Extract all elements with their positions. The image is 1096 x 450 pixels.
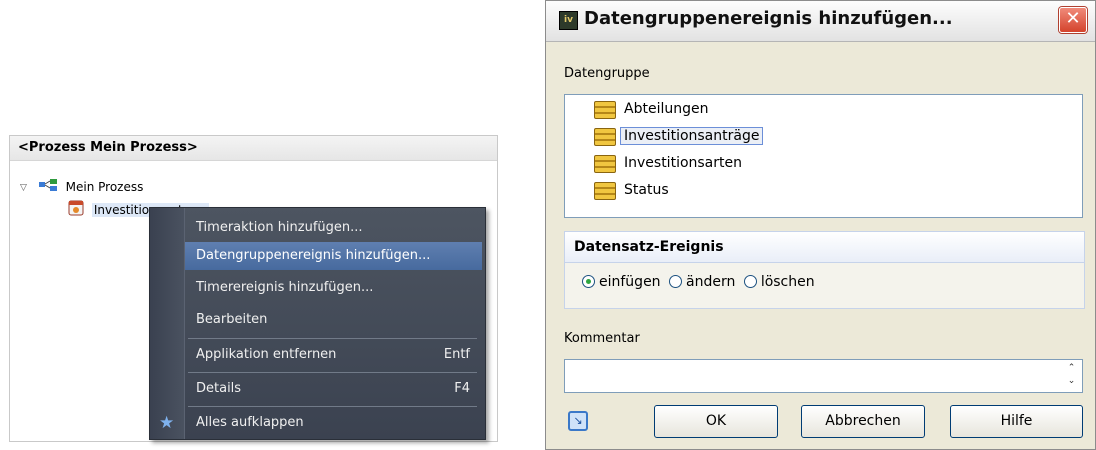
datengruppe-label: Datengruppe bbox=[564, 66, 650, 81]
menu-separator bbox=[188, 406, 477, 407]
list-item-abteilungen[interactable]: Abteilungen bbox=[594, 98, 712, 124]
menu-separator bbox=[188, 338, 477, 339]
menu-item-timerereignis[interactable]: Timerereignis hinzufügen... bbox=[185, 274, 482, 302]
list-item-label: Investitionsanträge bbox=[620, 127, 764, 145]
add-datagroup-event-dialog: iv Datengruppenereignis hinzufügen... ✕ … bbox=[545, 0, 1096, 450]
datensatz-ereignis-group: Datensatz-Ereignis einfügen ändern lösch… bbox=[564, 231, 1085, 309]
menu-item-label: Details bbox=[196, 381, 242, 396]
chevron-up-icon[interactable]: ⌃ bbox=[1064, 362, 1079, 375]
list-item-label: Status bbox=[624, 182, 669, 198]
menu-shortcut: F4 bbox=[454, 381, 470, 396]
menu-item-alles-aufklappen[interactable]: Alles aufklappen bbox=[185, 409, 482, 437]
dialog-title: Datengruppenereignis hinzufügen... bbox=[584, 8, 953, 29]
tree-root-label: Mein Prozess bbox=[65, 180, 144, 194]
list-item-label: Abteilungen bbox=[624, 101, 709, 117]
app-logo-icon: iv bbox=[559, 11, 578, 30]
datengruppe-listbox[interactable]: Abteilungen Investitionsanträge Investit… bbox=[564, 94, 1083, 218]
group-title: Datensatz-Ereignis bbox=[565, 232, 1084, 263]
list-item-investitionsarten[interactable]: Investitionsarten bbox=[594, 152, 746, 178]
tree-item-root[interactable]: ▽ Mein Prozess bbox=[20, 178, 143, 196]
help-button[interactable]: Hilfe bbox=[950, 405, 1083, 438]
database-icon bbox=[594, 128, 616, 146]
radio-label: löschen bbox=[760, 274, 815, 290]
menu-separator bbox=[188, 372, 477, 373]
radio-aendern[interactable]: ändern bbox=[669, 274, 735, 290]
menu-item-label: Bearbeiten bbox=[196, 312, 268, 327]
kommentar-label: Kommentar bbox=[564, 331, 640, 346]
radio-unchecked-icon bbox=[669, 275, 683, 288]
menu-item-datengruppenereignis[interactable]: Datengruppenereignis hinzufügen... bbox=[185, 242, 482, 270]
radio-checked-icon bbox=[582, 275, 595, 288]
menu-item-label: Applikation entfernen bbox=[196, 347, 337, 362]
star-icon: ★ bbox=[159, 413, 175, 433]
dialog-titlebar[interactable]: iv Datengruppenereignis hinzufügen... ✕ bbox=[546, 1, 1095, 42]
database-icon bbox=[594, 101, 616, 119]
close-button[interactable]: ✕ bbox=[1059, 7, 1087, 33]
menu-item-applikation-entfernen[interactable]: Applikation entfernen Entf bbox=[185, 341, 482, 369]
list-item-label: Investitionsarten bbox=[624, 155, 742, 171]
chevron-down-icon[interactable]: ⌄ bbox=[1064, 375, 1079, 388]
application-icon bbox=[68, 200, 84, 221]
menu-shortcut: Entf bbox=[443, 347, 470, 362]
radio-einfuegen[interactable]: einfügen bbox=[582, 274, 661, 290]
tree-header: <Prozess Mein Prozess> bbox=[10, 136, 497, 161]
menu-item-details[interactable]: Details F4 bbox=[185, 375, 482, 403]
menu-item-label: Timerereignis hinzufügen... bbox=[196, 280, 374, 295]
radio-loeschen[interactable]: löschen bbox=[743, 274, 815, 290]
radio-unchecked-icon bbox=[743, 275, 757, 288]
database-icon bbox=[594, 155, 616, 173]
radio-label: einfügen bbox=[599, 274, 661, 290]
menu-item-bearbeiten[interactable]: Bearbeiten bbox=[185, 306, 482, 334]
menu-item-label: Timeraktion hinzufügen... bbox=[196, 220, 363, 235]
radio-label: ändern bbox=[686, 274, 736, 290]
comment-field[interactable]: ⌃ ⌄ bbox=[564, 359, 1083, 393]
list-item-investitionsantraege[interactable]: Investitionsanträge bbox=[594, 125, 764, 151]
menu-item-timeraktion[interactable]: Timeraktion hinzufügen... bbox=[185, 214, 482, 242]
close-icon: ✕ bbox=[1065, 8, 1081, 29]
chevron-down-icon[interactable]: ▽ bbox=[20, 179, 34, 197]
spin-buttons[interactable]: ⌃ ⌄ bbox=[1064, 362, 1079, 388]
cancel-button[interactable]: Abbrechen bbox=[801, 405, 925, 438]
menu-item-label: Alles aufklappen bbox=[196, 415, 304, 430]
menu-gutter bbox=[150, 208, 185, 439]
context-menu: Timeraktion hinzufügen... Datengruppener… bbox=[149, 207, 486, 440]
context-help-icon[interactable]: ↘ bbox=[568, 411, 588, 431]
process-icon bbox=[38, 178, 58, 197]
list-item-status[interactable]: Status bbox=[594, 179, 673, 205]
event-radio-group: einfügen ändern löschen bbox=[582, 274, 819, 290]
ok-button[interactable]: OK bbox=[654, 405, 778, 438]
menu-item-label: Datengruppenereignis hinzufügen... bbox=[196, 248, 431, 263]
database-icon bbox=[594, 182, 616, 200]
